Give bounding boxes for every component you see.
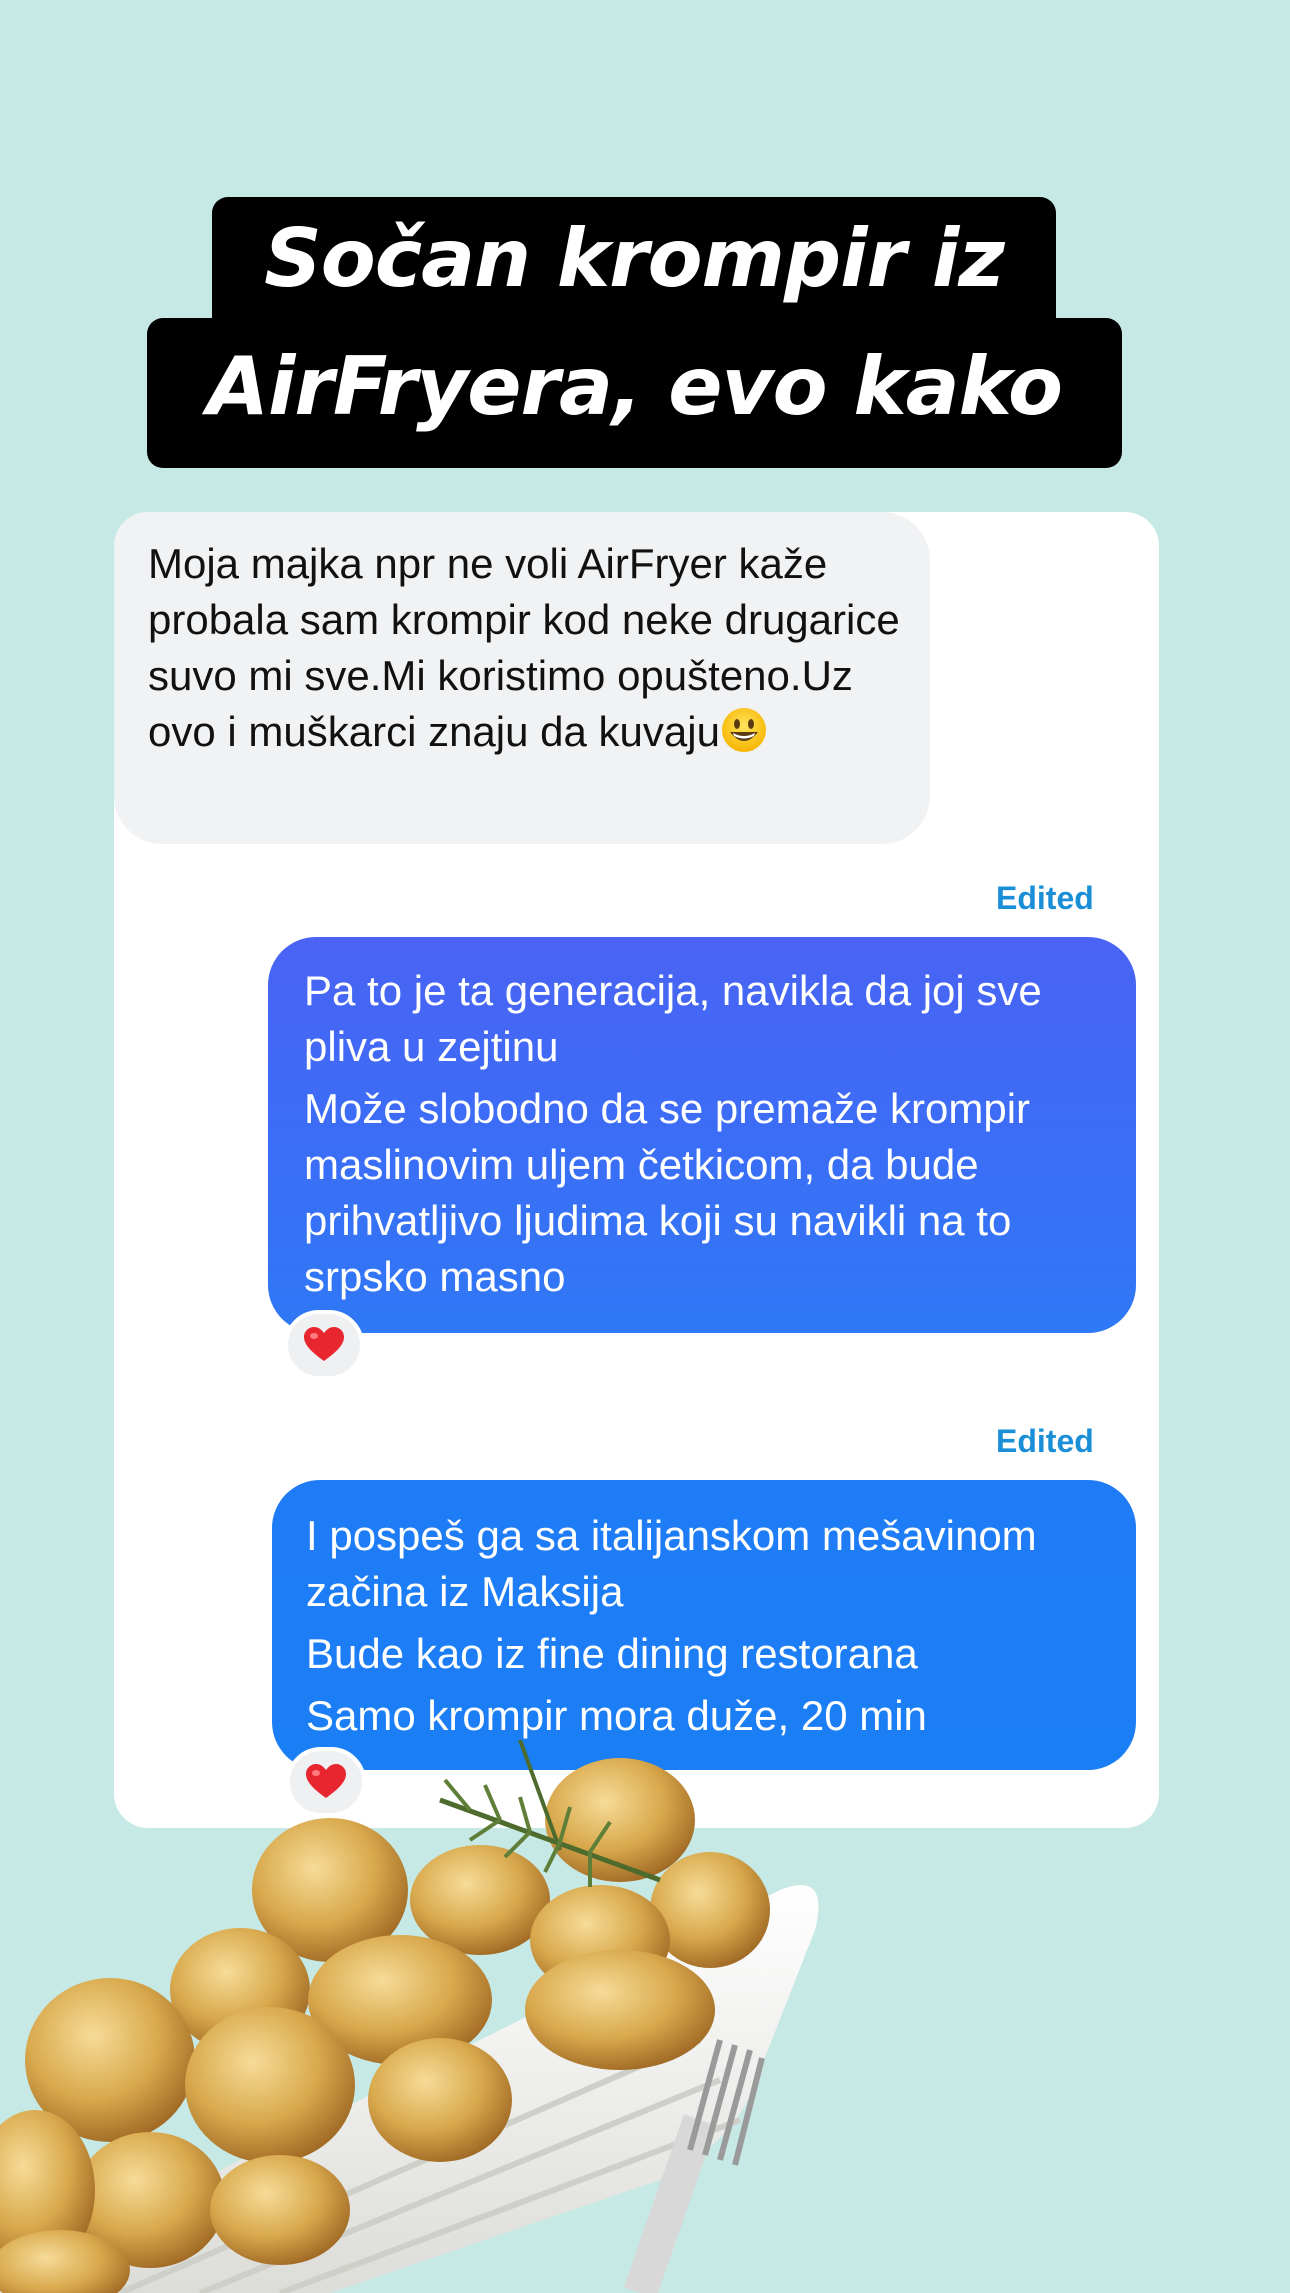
message-paragraph: Pa to je ta generacija, navikla da joj s… — [304, 967, 1042, 1070]
message-paragraph: I pospeš ga sa italijanskom mešavinom za… — [306, 1512, 1037, 1615]
edited-label: Edited — [996, 880, 1094, 916]
incoming-message-bubble[interactable]: Moja majka npr ne voli AirFryer kaže pro… — [114, 512, 930, 844]
heart-icon — [304, 1327, 344, 1361]
outgoing-message-bubble[interactable]: Pa to je ta generacija, navikla da joj s… — [268, 937, 1136, 1333]
outgoing-message-bubble[interactable]: I pospeš ga sa italijanskom mešavinom za… — [272, 1480, 1136, 1770]
edited-label: Edited — [996, 1423, 1094, 1459]
title-line-1: Sočan krompir iz — [264, 212, 1005, 305]
title-line-2: AirFryera, evo kako — [207, 340, 1063, 433]
incoming-message-text: Moja majka npr ne voli AirFryer kaže pro… — [148, 540, 900, 755]
grinning-face-icon — [721, 708, 766, 752]
roasted-potatoes-image — [0, 1740, 819, 2293]
message-paragraph: Bude kao iz fine dining restorana — [306, 1630, 918, 1677]
story-title: Sočan krompir iz AirFryera, evo kako — [0, 0, 1290, 480]
reaction-badge[interactable] — [284, 1310, 364, 1380]
message-paragraph: Može slobodno da se premaže krompir masl… — [304, 1085, 1031, 1300]
message-paragraph: Samo krompir mora duže, 20 min — [306, 1692, 927, 1739]
